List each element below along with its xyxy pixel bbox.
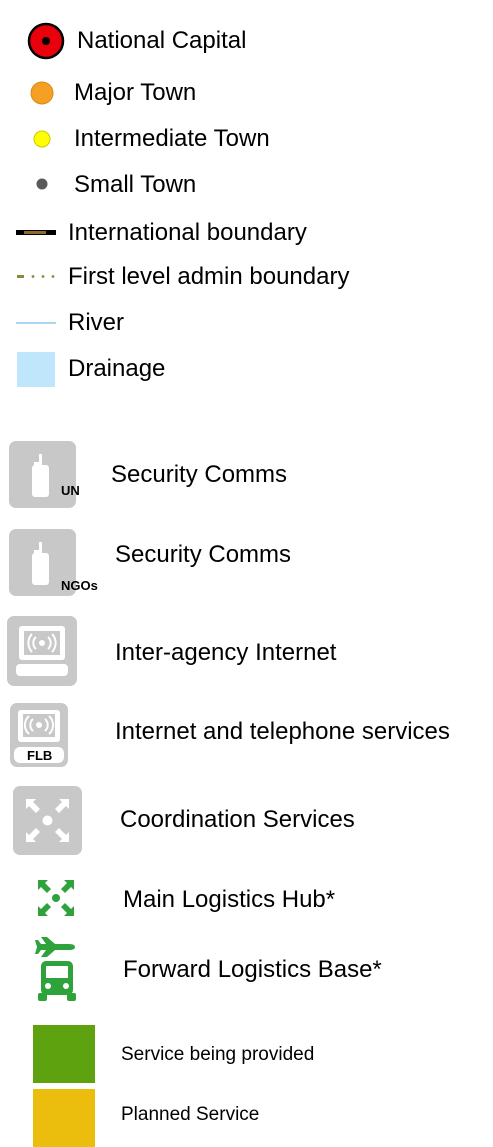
tag-ngos: NGOs	[61, 578, 98, 593]
internet-telephone-tile: FLB	[10, 703, 68, 767]
legend-label-admin-boundary: First level admin boundary	[68, 263, 350, 290]
security-comms-ngos-tile: NGOs	[9, 529, 98, 596]
service-label-internet-telephone: Internet and telephone services	[115, 718, 450, 745]
intermediate-town-icon	[33, 130, 51, 148]
international-boundary-symbol	[16, 230, 56, 235]
legend-label-small-town: Small Town	[74, 171, 197, 198]
tag-un: UN	[61, 483, 80, 498]
signal-terminal-icon	[18, 710, 60, 742]
security-comms-un-tile: UN	[9, 441, 80, 508]
service-label-inter-agency-internet: Inter-agency Internet	[115, 639, 337, 666]
legend-label-national-capital: National Capital	[77, 27, 247, 54]
legend-label-international-boundary: International boundary	[68, 219, 307, 246]
status-label-planned: Planned Service	[121, 1104, 260, 1125]
legend-label-drainage: Drainage	[68, 355, 166, 382]
service-label-security-comms-un: Security Comms	[111, 461, 288, 488]
truck-plane-icon	[35, 937, 76, 1001]
radio-handset-icon	[32, 454, 49, 497]
service-label-security-comms-ngos: Security Comms	[115, 541, 292, 568]
status-swatch-provided	[33, 1025, 95, 1083]
inter-agency-internet-tile	[7, 616, 77, 686]
national-capital-icon	[27, 22, 65, 60]
drainage-swatch	[17, 352, 55, 387]
map-legend: { "legend": { "items": [ {"label": "Nati…	[0, 0, 493, 1147]
service-label-coordination: Coordination Services	[120, 806, 355, 833]
service-label-main-logistics-hub: Main Logistics Hub*	[123, 886, 336, 913]
service-label-forward-logistics-base: Forward Logistics Base*	[123, 956, 382, 983]
major-town-icon	[30, 81, 54, 105]
admin-boundary-symbol	[17, 275, 55, 278]
small-town-icon	[36, 178, 48, 190]
legend-label-river: River	[68, 309, 125, 336]
logistics-hub-icon	[38, 880, 74, 916]
legend-label-major-town: Major Town	[74, 79, 197, 106]
computer-terminal-icon	[16, 626, 68, 676]
coordination-services-tile	[13, 786, 82, 855]
status-label-provided: Service being provided	[121, 1044, 315, 1065]
legend-label-intermediate-town: Intermediate Town	[74, 125, 270, 152]
tag-flb: FLB	[27, 748, 53, 763]
radio-handset-icon	[32, 542, 49, 585]
coordination-arrows-icon	[26, 799, 69, 842]
river-symbol	[16, 322, 56, 324]
status-swatch-planned	[33, 1089, 95, 1147]
